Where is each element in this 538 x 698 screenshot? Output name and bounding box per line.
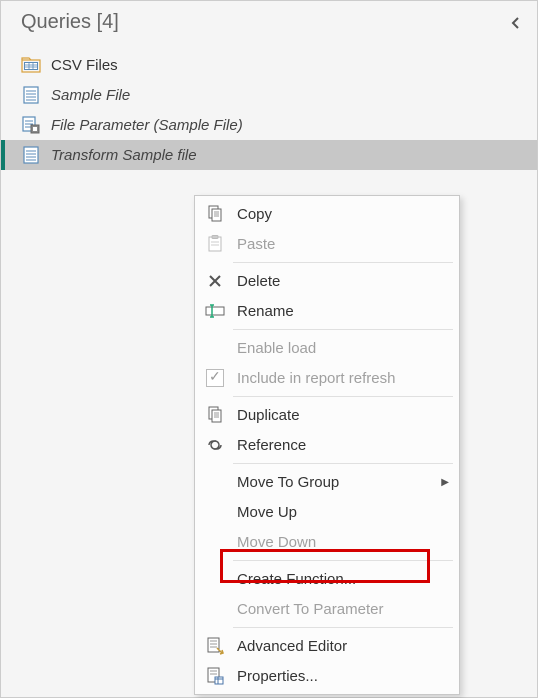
menu-label: Delete <box>237 273 449 290</box>
menu-separator <box>233 262 453 263</box>
menu-reference[interactable]: Reference <box>197 430 457 460</box>
menu-label: Convert To Parameter <box>237 601 449 618</box>
rename-icon <box>203 301 227 321</box>
menu-advanced-editor[interactable]: Advanced Editor <box>197 631 457 661</box>
properties-icon <box>203 666 227 686</box>
blank-icon <box>203 532 227 552</box>
menu-label: Properties... <box>237 668 449 685</box>
query-item-sample-file[interactable]: Sample File <box>1 80 537 110</box>
query-item-transform-sample[interactable]: Transform Sample file <box>1 140 537 170</box>
blank-icon <box>203 472 227 492</box>
reference-icon <box>203 435 227 455</box>
menu-separator <box>233 627 453 628</box>
parameter-icon <box>21 116 41 134</box>
submenu-arrow-icon: ▶ <box>441 477 449 488</box>
menu-label: Paste <box>237 236 449 253</box>
query-item-file-parameter[interactable]: File Parameter (Sample File) <box>1 110 537 140</box>
menu-label: Duplicate <box>237 407 449 424</box>
query-list: CSV Files Sample File <box>1 46 537 170</box>
menu-label: Move Down <box>237 534 449 551</box>
menu-move-to-group[interactable]: Move To Group ▶ <box>197 467 457 497</box>
menu-enable-load: Enable load <box>197 333 457 363</box>
advanced-editor-icon <box>203 636 227 656</box>
menu-separator <box>233 329 453 330</box>
menu-label: Copy <box>237 206 449 223</box>
panel-header: Queries [4] <box>1 1 537 46</box>
panel-title: Queries [4] <box>21 11 119 34</box>
duplicate-icon <box>203 405 227 425</box>
query-label: Sample File <box>51 87 130 104</box>
menu-separator <box>233 396 453 397</box>
menu-convert-to-parameter: Convert To Parameter <box>197 594 457 624</box>
menu-properties[interactable]: Properties... <box>197 661 457 691</box>
menu-label: Create Function... <box>237 571 449 588</box>
query-label: Transform Sample file <box>51 147 197 164</box>
menu-duplicate[interactable]: Duplicate <box>197 400 457 430</box>
checkbox-icon: ✓ <box>203 368 227 388</box>
file-icon <box>21 146 41 164</box>
menu-label: Move Up <box>237 504 449 521</box>
menu-label: Move To Group <box>237 474 431 491</box>
blank-icon <box>203 569 227 589</box>
menu-rename[interactable]: Rename <box>197 296 457 326</box>
delete-icon <box>203 271 227 291</box>
context-menu: Copy Paste Delete Rename Enable load ✓ I… <box>194 195 460 695</box>
file-icon <box>21 86 41 104</box>
menu-copy[interactable]: Copy <box>197 199 457 229</box>
folder-icon <box>21 56 41 74</box>
menu-paste: Paste <box>197 229 457 259</box>
query-label: File Parameter (Sample File) <box>51 117 243 134</box>
blank-icon <box>203 502 227 522</box>
menu-move-up[interactable]: Move Up <box>197 497 457 527</box>
blank-icon <box>203 338 227 358</box>
menu-label: Reference <box>237 437 449 454</box>
menu-label: Advanced Editor <box>237 638 449 655</box>
blank-icon <box>203 599 227 619</box>
menu-create-function[interactable]: Create Function... <box>197 564 457 594</box>
collapse-icon[interactable] <box>509 16 523 30</box>
copy-icon <box>203 204 227 224</box>
query-label: CSV Files <box>51 57 118 74</box>
paste-icon <box>203 234 227 254</box>
menu-delete[interactable]: Delete <box>197 266 457 296</box>
query-item-csv-files[interactable]: CSV Files <box>1 50 537 80</box>
menu-separator <box>233 560 453 561</box>
menu-label: Rename <box>237 303 449 320</box>
menu-label: Include in report refresh <box>237 370 449 387</box>
menu-move-down: Move Down <box>197 527 457 557</box>
menu-separator <box>233 463 453 464</box>
menu-include-refresh: ✓ Include in report refresh <box>197 363 457 393</box>
menu-label: Enable load <box>237 340 449 357</box>
